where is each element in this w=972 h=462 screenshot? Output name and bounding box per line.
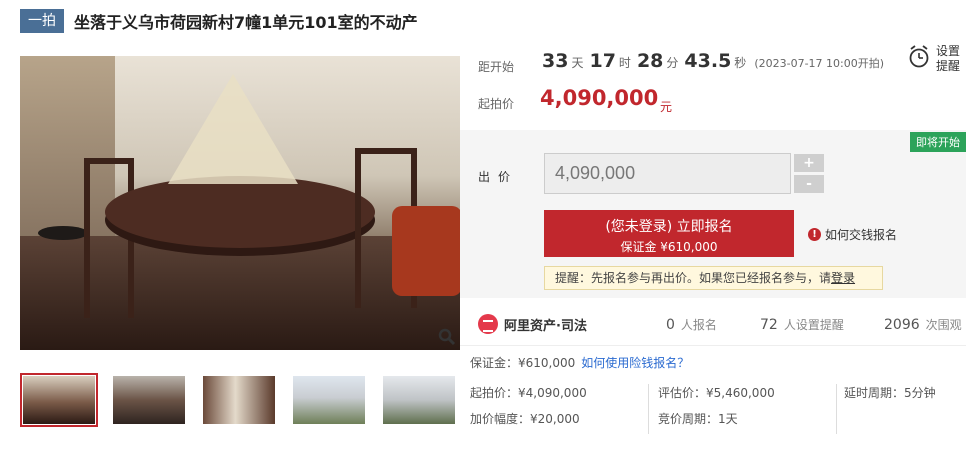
login-reminder: 提醒：先报名参与再出价。如果您已经报名参与，请登录 (544, 266, 883, 290)
info-icon: ! (808, 228, 821, 241)
thumbnail-1[interactable] (20, 373, 98, 427)
title-bar: 一拍 坐落于义乌市荷园新村7幢1单元101室的不动产 (20, 8, 418, 34)
insurance-signup-link[interactable]: 如何使用险钱报名？ (581, 356, 689, 370)
start-price-unit: 元 (660, 100, 673, 114)
start-price-value: 4,090,000 (540, 86, 659, 110)
signup-count-label: 人报名 (680, 318, 717, 332)
apply-button[interactable]: (您未登录) 立即报名 保证金 ¥610,000 (544, 210, 794, 257)
main-photo[interactable] (20, 56, 460, 350)
reminder-count: 72 人设置提醒 (760, 316, 844, 333)
countdown-section: 距开始 33 天 17 时 28 分 43.5 秒 (2023-07-17 10… (460, 38, 966, 130)
reminder-count-value: 72 (760, 317, 778, 333)
reminder-count-label: 人设置提醒 (783, 318, 844, 332)
set-reminder-label: 设置提醒 (936, 44, 961, 73)
signup-count: 0 人报名 (666, 316, 717, 333)
thumbnail-5[interactable] (380, 373, 458, 427)
photo-table (105, 176, 375, 248)
photo-stool (38, 226, 88, 240)
divider (648, 384, 649, 434)
countdown-seconds-unit: 秒 (734, 56, 747, 70)
detail-delay-cycle: 延时周期：5分钟 (844, 386, 936, 400)
auction-round-badge: 一拍 (20, 9, 64, 33)
countdown-seconds: 43.5 (684, 50, 732, 72)
detail-bid-cycle: 竞价周期：1天 (658, 412, 738, 426)
countdown: 33 天 17 时 28 分 43.5 秒 (2023-07-17 10:00开… (542, 50, 884, 72)
ali-assets-brand: 阿里资产·司法 (504, 318, 587, 334)
start-price-label: 起拍价 (478, 97, 515, 111)
view-count-label: 次围观 (925, 318, 962, 332)
bid-decrease-button[interactable]: - (794, 175, 824, 193)
ali-assets-logo: 阿里资产·司法 (478, 314, 587, 334)
set-reminder-button[interactable]: 设置提醒 (908, 44, 966, 74)
bid-area: 即将开始 出价 4,090,000 + - (您未登录) 立即报名 保证金 ¥6… (460, 130, 966, 298)
how-to-pay-label: 如何交钱报名 (825, 228, 898, 242)
view-count: 2096 次围观 (884, 316, 962, 333)
countdown-hours: 17 (589, 50, 616, 72)
login-link[interactable]: 登录 (831, 271, 855, 285)
thumbnail-strip (20, 373, 470, 427)
alarm-clock-icon (909, 45, 929, 68)
countdown-label: 距开始 (478, 60, 515, 74)
reminder-text: 提醒：先报名参与再出价。如果您已经报名参与，请 (555, 271, 832, 285)
thumbnail-4[interactable] (290, 373, 368, 427)
divider (836, 384, 837, 434)
apply-button-deposit: 保证金 ¥610,000 (620, 240, 718, 254)
countdown-hours-unit: 时 (618, 56, 631, 70)
thumbnail-2[interactable] (110, 373, 188, 427)
countdown-minutes: 28 (636, 50, 664, 72)
photo-food-cover (168, 74, 298, 184)
countdown-minutes-unit: 分 (666, 56, 679, 70)
photo-chair-left (84, 158, 134, 318)
detail-start-price: 起拍价：¥4,090,000 (470, 386, 587, 400)
bid-amount-input[interactable]: 4,090,000 (544, 153, 791, 194)
photo-cushion (392, 206, 460, 296)
countdown-days-unit: 天 (571, 56, 584, 70)
bid-label: 出价 (478, 170, 519, 184)
apply-button-label: (您未登录) 立即报名 (605, 219, 733, 235)
detail-increment: 加价幅度：¥20,000 (470, 412, 580, 426)
view-count-value: 2096 (884, 317, 920, 333)
bid-increase-button[interactable]: + (794, 154, 824, 172)
page-title: 坐落于义乌市荷园新村7幢1单元101室的不动产 (74, 13, 418, 32)
deposit-text: 保证金：¥610,000 (470, 356, 576, 370)
magnifier-icon[interactable] (438, 328, 456, 346)
status-badge: 即将开始 (910, 132, 966, 152)
countdown-days: 33 (542, 50, 569, 72)
detail-appraisal: 评估价：¥5,460,000 (658, 386, 775, 400)
ali-assets-icon (478, 314, 498, 334)
thumbnail-3[interactable] (200, 373, 278, 427)
stats-bar: 阿里资产·司法 0 人报名 72 人设置提醒 2096 次围观 (460, 300, 966, 346)
start-time-note: (2023-07-17 10:00开拍) (754, 57, 885, 70)
how-to-pay-link[interactable]: ! 如何交钱报名 (808, 226, 897, 243)
signup-count-value: 0 (666, 317, 675, 333)
deposit-row: 保证金：¥610,000 如何使用险钱报名？ (470, 354, 689, 371)
